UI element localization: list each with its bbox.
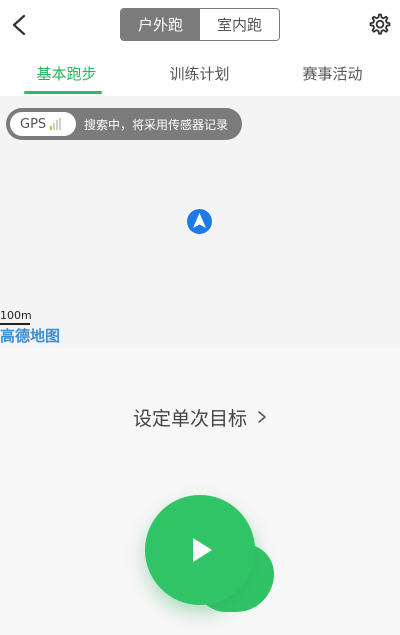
back-button[interactable] — [6, 10, 34, 40]
chevron-right-icon — [258, 411, 266, 423]
run-mode-segmented-control: 户外跑 室内跑 — [120, 8, 280, 41]
top-bar: 户外跑 室内跑 — [0, 0, 400, 50]
tab-bar: 基本跑步 训练计划 赛事活动 — [0, 50, 400, 96]
map-scale-label: 100m — [0, 309, 32, 322]
start-run-button[interactable] — [145, 495, 255, 605]
gps-label: GPS — [20, 116, 47, 132]
tab-basic-run[interactable]: 基本跑步 — [0, 50, 133, 96]
gps-badge: GPS — [10, 112, 76, 136]
gear-icon — [369, 13, 391, 35]
run-control-panel: 设定单次目标 — [0, 348, 400, 635]
settings-button[interactable] — [366, 12, 392, 38]
tab-events-label: 赛事活动 — [302, 64, 363, 83]
play-icon — [193, 538, 212, 562]
map-view[interactable]: GPS 搜索中，将采用传感器记录 100m 高德地图 — [0, 96, 400, 348]
segment-outdoor-run[interactable]: 户外跑 — [121, 9, 200, 40]
active-tab-indicator — [24, 91, 102, 94]
set-goal-button[interactable]: 设定单次目标 — [0, 400, 400, 434]
tab-basic-run-label: 基本跑步 — [36, 64, 97, 83]
set-goal-label: 设定单次目标 — [132, 407, 247, 430]
map-provider-logo: 高德地图 — [0, 327, 61, 345]
tab-training-plan[interactable]: 训练计划 — [133, 50, 266, 96]
chevron-left-icon — [12, 14, 26, 36]
gps-status-message: 搜索中，将采用传感器记录 — [84, 117, 229, 132]
tab-events[interactable]: 赛事活动 — [266, 50, 399, 96]
segment-indoor-run[interactable]: 室内跑 — [200, 9, 279, 40]
location-arrow-icon — [186, 208, 213, 235]
tab-training-plan-label: 训练计划 — [169, 64, 230, 83]
gps-signal-icon — [50, 118, 62, 130]
gps-status-pill: GPS 搜索中，将采用传感器记录 — [6, 108, 242, 140]
